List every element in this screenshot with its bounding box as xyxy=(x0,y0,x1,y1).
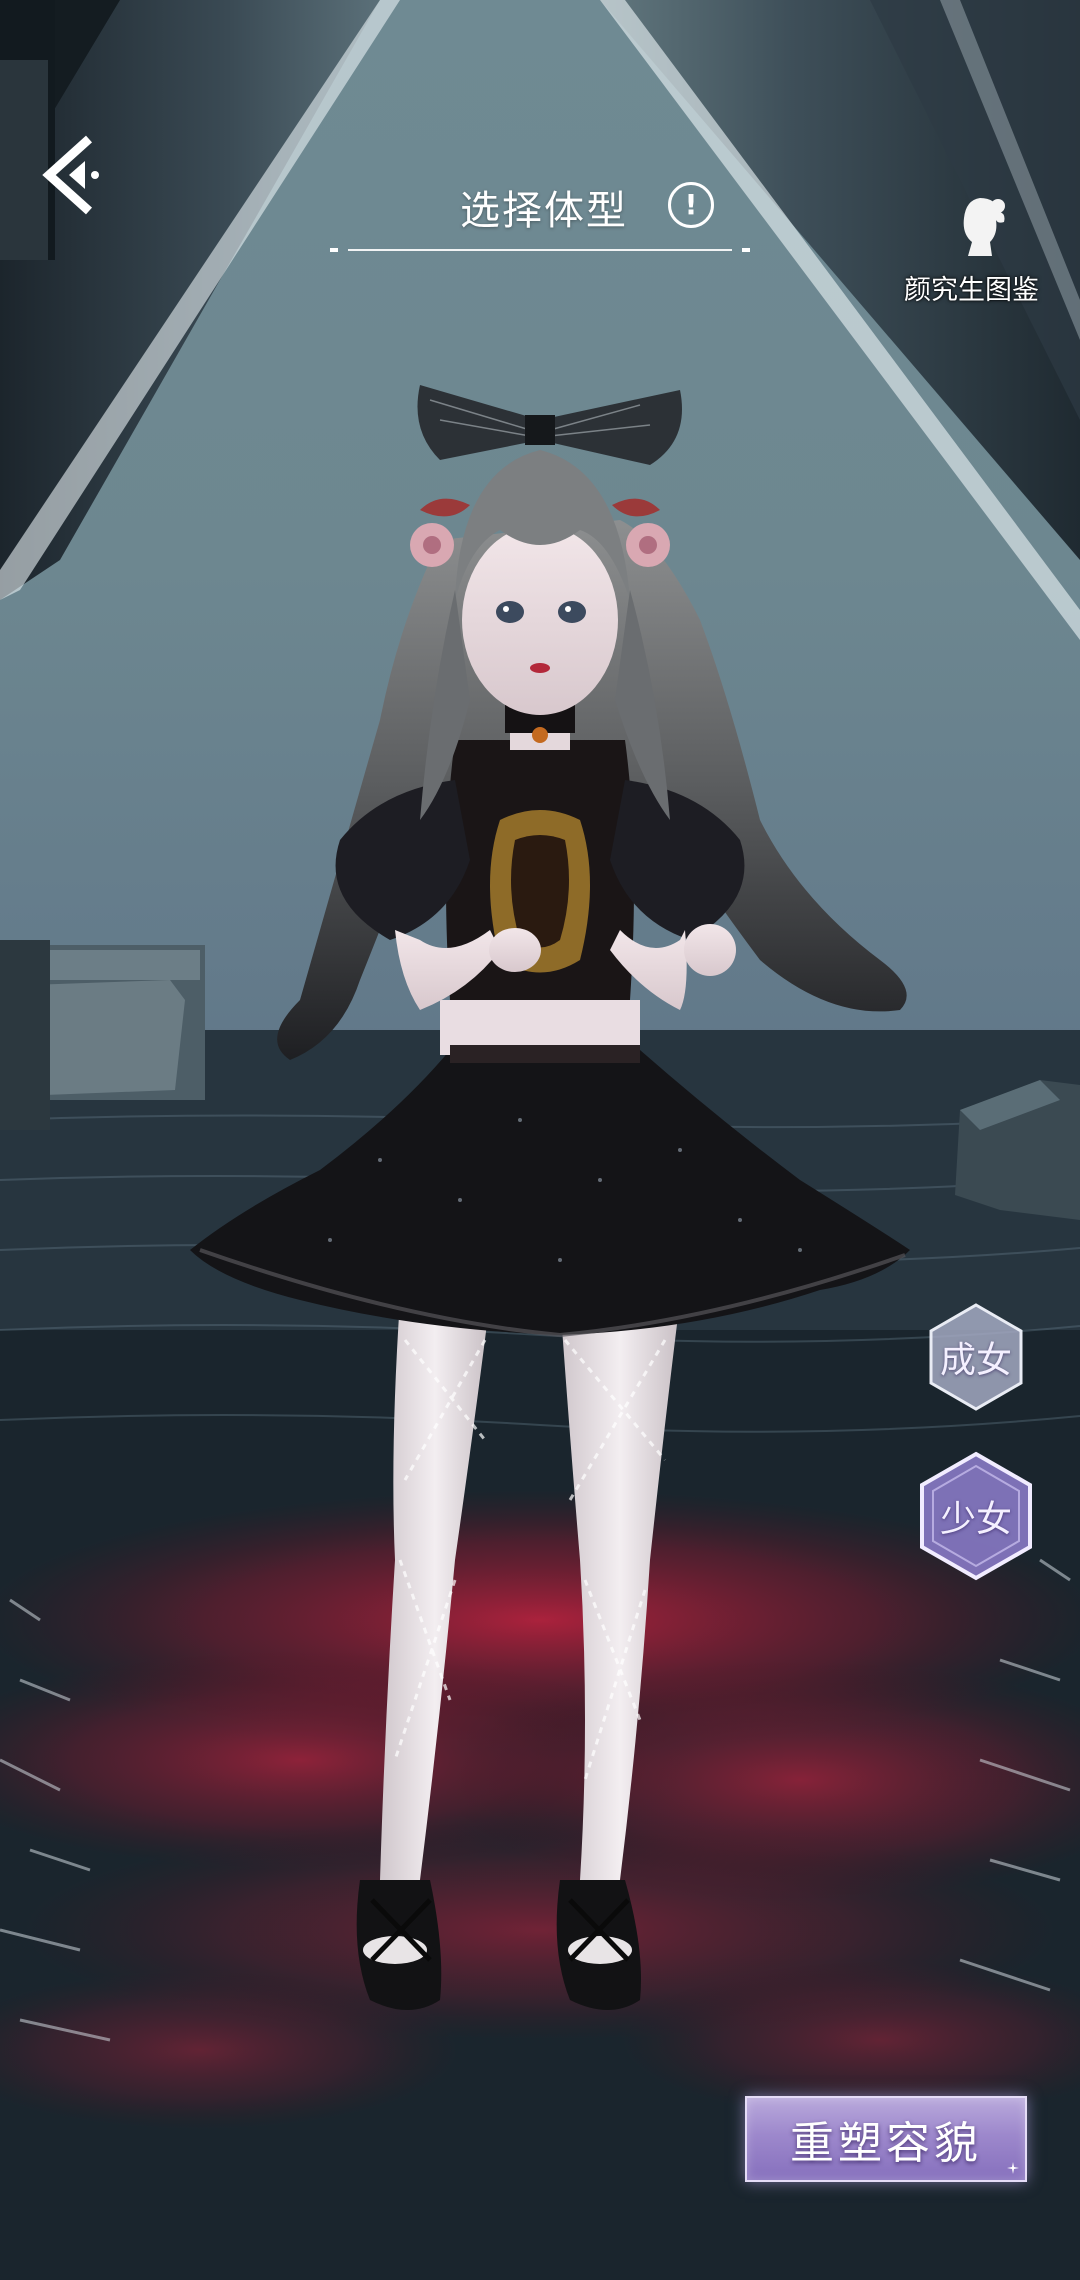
game-screen: 选择体型 ! 颜究生图鉴 成女 少女 重塑容貌 xyxy=(0,0,1080,2280)
info-button[interactable]: ! xyxy=(668,182,714,228)
codex-label: 颜究生图鉴 xyxy=(904,275,1039,306)
body-type-mature-button[interactable]: 成女 xyxy=(928,1302,1024,1412)
back-button[interactable] xyxy=(36,130,106,220)
title-underline-divider xyxy=(330,248,750,252)
sparkle-icon xyxy=(1007,2162,1019,2174)
codex-button[interactable]: 颜究生图鉴 xyxy=(900,190,1050,310)
body-type-label: 成女 xyxy=(939,1340,1012,1381)
chevron-back-icon xyxy=(42,135,99,215)
reshape-label: 重塑容貌 xyxy=(790,2118,982,2169)
girl-silhouette-icon xyxy=(963,198,1005,256)
exclamation-icon: ! xyxy=(684,188,698,221)
page-title: 选择体型 xyxy=(460,188,628,234)
body-type-young-button[interactable]: 少女 xyxy=(918,1450,1034,1582)
scene-background xyxy=(0,0,1080,2280)
page-title-group: 选择体型 ! xyxy=(330,170,750,260)
body-type-label: 少女 xyxy=(939,1499,1012,1540)
reshape-appearance-button[interactable]: 重塑容貌 xyxy=(745,2096,1027,2182)
